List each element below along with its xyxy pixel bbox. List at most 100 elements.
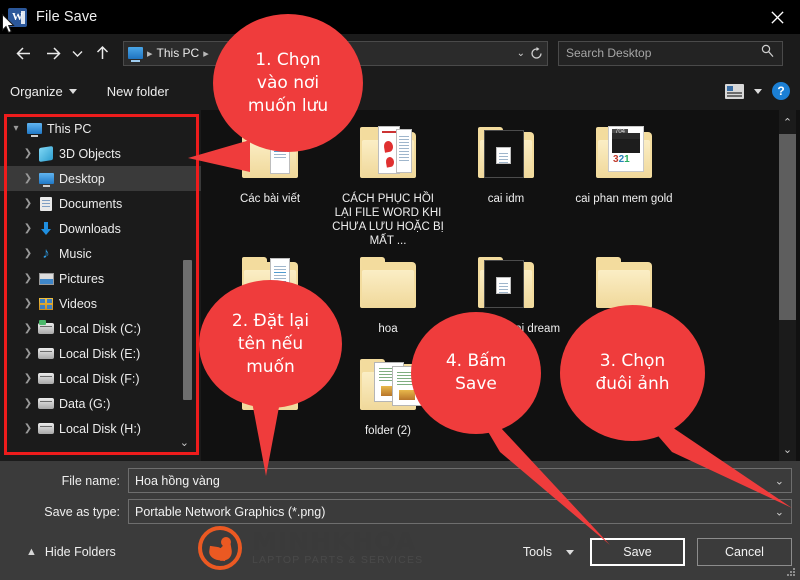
sidebar-item-downloads[interactable]: ❯ Downloads [0, 216, 201, 241]
sidebar-item-label: Data (G:) [59, 396, 111, 411]
sidebar-item-label: 3D Objects [59, 146, 121, 161]
sidebar-item-label: Desktop [59, 171, 105, 186]
music-icon: ♪ [42, 245, 50, 262]
callout-2: 2. Đặt lại tên nếu muốn [199, 280, 342, 408]
refresh-button[interactable] [530, 42, 543, 65]
title-bar: File Save [0, 0, 800, 34]
chevron-down-icon [72, 50, 83, 57]
sidebar-item-pictures[interactable]: ❯ Pictures [0, 266, 201, 291]
callout-3-text: 3. Chọn đuôi ảnh [595, 351, 670, 394]
breadcrumb-separator: ▸ [203, 47, 209, 60]
videos-icon [36, 297, 56, 310]
sidebar-item-label: Local Disk (E:) [59, 346, 141, 361]
sidebar-scrollbar-thumb[interactable] [183, 260, 192, 400]
organize-label: Organize [10, 83, 63, 99]
address-dropdown-icon[interactable]: ⌄ [517, 42, 525, 65]
folder-with-word-docs-icon [352, 124, 424, 186]
desktop-icon [36, 173, 56, 187]
breadcrumb-this-pc[interactable]: This PC [157, 46, 200, 60]
sidebar-item-label: Videos [59, 296, 97, 311]
folder-shape [360, 257, 416, 308]
this-pc-icon [128, 47, 143, 62]
chevron-right-icon[interactable]: ❯ [20, 373, 36, 384]
arrow-up-icon [96, 45, 108, 59]
back-button[interactable] [9, 39, 37, 67]
minhkhoa-logo-icon [198, 526, 242, 570]
folder-tree: ▾ This PC ❯ 3D Objects ❯ Desktop ❯ Documents ❯ Do… [0, 110, 201, 461]
search-box[interactable] [558, 40, 783, 66]
refresh-icon [531, 46, 542, 59]
sidebar-item-videos[interactable]: ❯ Videos [0, 291, 201, 316]
callout-3: 3. Chọn đuôi ảnh [560, 305, 705, 441]
help-icon[interactable]: ? [772, 82, 790, 100]
window-title: File Save [36, 9, 98, 25]
chevron-right-icon[interactable]: ❯ [20, 148, 36, 159]
up-button[interactable] [88, 39, 116, 67]
sidebar-scroll-down-icon[interactable]: ⌄ [180, 436, 189, 449]
view-layout-icon[interactable] [725, 83, 744, 99]
sidebar-item-local-disk-c[interactable]: ❯ Local Disk (C:) [0, 316, 201, 341]
forward-button[interactable] [39, 39, 67, 67]
arrow-left-icon [15, 46, 30, 60]
chevron-right-icon[interactable]: ❯ [20, 298, 36, 309]
file-name-label: File name: [61, 473, 120, 488]
chevron-down-icon[interactable]: ▾ [8, 123, 24, 134]
drive-icon [36, 348, 56, 359]
close-button[interactable] [754, 0, 800, 34]
sidebar-item-3d-objects[interactable]: ❯ 3D Objects [0, 141, 201, 166]
sidebar-item-music[interactable]: ❯ ♪ Music [0, 241, 201, 266]
chevron-right-icon[interactable]: ❯ [20, 248, 36, 259]
sidebar-item-documents[interactable]: ❯ Documents [0, 191, 201, 216]
view-chevron-down-icon[interactable] [754, 88, 762, 94]
folder-shape [596, 257, 652, 308]
folder-with-black-doc-icon [470, 254, 542, 316]
file-item[interactable]: cai idm [447, 118, 565, 248]
file-item[interactable]: CÁCH PHỤC HỒI LẠI FILE WORD KHI CHƯA LƯU… [329, 118, 447, 248]
drive-icon [36, 423, 56, 434]
chevron-right-icon[interactable]: ❯ [20, 198, 36, 209]
search-input[interactable] [566, 46, 775, 60]
chevron-right-icon[interactable]: ❯ [20, 173, 36, 184]
hide-folders-label: Hide Folders [44, 545, 116, 559]
chevron-right-icon[interactable]: ❯ [20, 398, 36, 409]
chevron-right-icon[interactable]: ❯ [20, 223, 36, 234]
callout-4: 4. Bấm Save [411, 312, 541, 434]
file-item-label: folder (2) [364, 425, 412, 437]
hide-folders-button[interactable]: ▲ Hide Folders [0, 545, 116, 559]
sidebar-item-local-disk-f[interactable]: ❯ Local Disk (F:) [0, 366, 201, 391]
black-document [484, 260, 524, 308]
sidebar-item-local-disk-e[interactable]: ❯ Local Disk (E:) [0, 341, 201, 366]
chevron-right-icon[interactable]: ❯ [20, 348, 36, 359]
file-item-label: hoa [378, 323, 398, 335]
sidebar-item-desktop[interactable]: ❯ Desktop [0, 166, 201, 191]
folder-icon [352, 254, 424, 316]
chevron-right-icon[interactable]: ❯ [20, 323, 36, 334]
chevron-up-icon: ▲ [26, 546, 37, 558]
search-icon [761, 44, 774, 62]
sidebar-item-label: This PC [47, 121, 92, 136]
new-folder-button[interactable]: New folder [107, 84, 169, 99]
file-item[interactable]: 704 321 cai phan mem gold [565, 118, 683, 248]
chevron-down-icon [68, 88, 77, 94]
organize-button[interactable]: Organize [10, 84, 77, 99]
sidebar-item-label: Local Disk (F:) [59, 371, 140, 386]
watermark-tagline: LAPTOP PARTS & SERVICES [252, 554, 424, 566]
recent-locations-button[interactable] [69, 39, 86, 67]
drive-icon [36, 373, 56, 384]
chevron-right-icon[interactable]: ❯ [20, 423, 36, 434]
command-toolbar: Organize New folder ? [0, 72, 800, 110]
folder-with-video-icon: 704 321 [588, 124, 660, 186]
file-pane-scrollbar-thumb[interactable] [779, 134, 796, 320]
sidebar-item-this-pc[interactable]: ▾ This PC [0, 116, 201, 141]
cancel-button[interactable]: Cancel [697, 538, 792, 566]
new-folder-label: New folder [106, 83, 169, 99]
chevron-right-icon[interactable]: ❯ [20, 273, 36, 284]
resize-grip[interactable] [787, 568, 797, 578]
sidebar-item-label: Documents [59, 196, 123, 211]
callout-2-text: 2. Đặt lại tên nếu muốn [231, 310, 310, 377]
file-pane-scroll-up[interactable]: ⌃ [779, 112, 796, 132]
sidebar-item-data-g[interactable]: ❯ Data (G:) [0, 391, 201, 416]
arrow-right-icon [46, 46, 61, 60]
sidebar-item-local-disk-h[interactable]: ❯ Local Disk (H:) [0, 416, 201, 441]
video-file-icon: 704 321 [608, 126, 644, 172]
